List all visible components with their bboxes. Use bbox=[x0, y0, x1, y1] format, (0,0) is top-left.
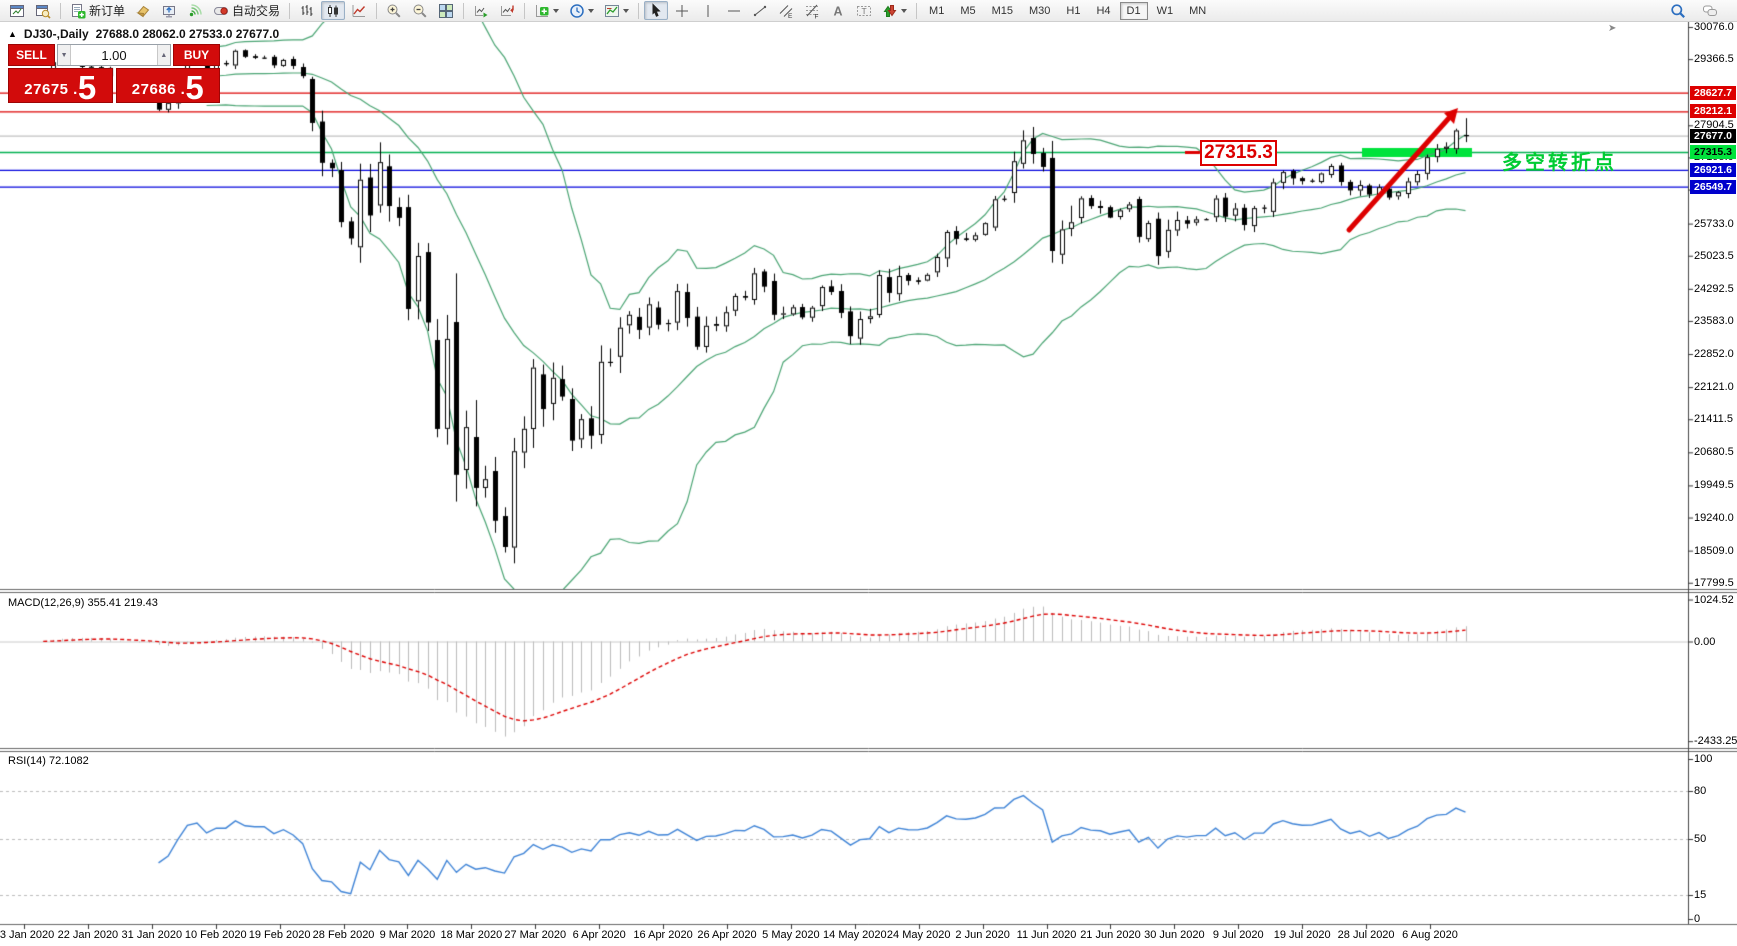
crosshair-icon[interactable] bbox=[670, 1, 694, 20]
chevron-down-icon bbox=[901, 9, 907, 16]
zoom-in-icon[interactable] bbox=[382, 1, 406, 20]
toolbar-group-scroll bbox=[469, 1, 519, 20]
line-chart-icon[interactable] bbox=[347, 1, 371, 20]
candlestick-chart-icon[interactable] bbox=[321, 1, 345, 20]
timeframe-h4-button[interactable]: H4 bbox=[1089, 2, 1117, 20]
chart-symbol-label: DJ30-,Daily bbox=[24, 27, 89, 41]
toolbar-separator bbox=[60, 3, 61, 19]
volume-decrease-button[interactable]: ▼ bbox=[58, 45, 71, 65]
chart-canvas[interactable] bbox=[0, 22, 1737, 946]
toolbar-separator bbox=[638, 3, 639, 19]
toolbar-group-trade: 新订单 自动交易 bbox=[66, 1, 284, 20]
volume-spinner: ▼ ▲ bbox=[57, 44, 171, 66]
toolbar: 新订单 自动交易 E F A T M1M5M15M30H1H4D1W1MN bbox=[0, 0, 1737, 22]
timeframe-mn-button[interactable]: MN bbox=[1182, 2, 1213, 20]
sell-price: 27675 . bbox=[24, 81, 78, 98]
volume-input[interactable] bbox=[71, 45, 157, 65]
chart-ohlc-values: 27688.0 28062.0 27533.0 27677.0 bbox=[96, 27, 280, 41]
svg-text:F: F bbox=[815, 13, 819, 19]
new-order-button[interactable]: 新订单 bbox=[66, 1, 129, 20]
timeframe-d1-button[interactable]: D1 bbox=[1120, 2, 1148, 20]
profiles-icon[interactable] bbox=[31, 1, 55, 20]
signals-icon[interactable] bbox=[183, 1, 207, 20]
scroll-to-end-marker[interactable]: ➤ bbox=[1608, 23, 1616, 34]
toolbar-group-windows bbox=[5, 1, 55, 20]
timeframe-m30-button[interactable]: M30 bbox=[1022, 2, 1057, 20]
bar-chart-icon[interactable] bbox=[295, 1, 319, 20]
sell-price-fraction: 5 bbox=[78, 75, 96, 101]
text-label-icon[interactable]: T bbox=[852, 1, 876, 20]
rsi-indicator-label: RSI(14) 72.1082 bbox=[8, 755, 89, 767]
chevron-down-icon bbox=[623, 9, 629, 16]
toolbar-group-drawing: EFAT bbox=[644, 1, 911, 20]
timeframe-h1-button[interactable]: H1 bbox=[1059, 2, 1087, 20]
timeframe-m15-button[interactable]: M15 bbox=[985, 2, 1020, 20]
toolbar-separator bbox=[524, 3, 525, 19]
toolbar-separator bbox=[289, 3, 290, 19]
chevron-down-icon bbox=[588, 9, 594, 16]
svg-text:A: A bbox=[834, 4, 843, 18]
toolbar-right-group bbox=[1666, 1, 1722, 20]
eraser-icon[interactable] bbox=[131, 1, 155, 20]
toolbar-separator bbox=[376, 3, 377, 19]
auto-trading-button[interactable]: 自动交易 bbox=[209, 1, 284, 20]
one-click-toggle[interactable]: ▲ bbox=[8, 29, 17, 39]
buy-price-box[interactable]: 27686 . 5 bbox=[116, 68, 221, 103]
sell-price-box[interactable]: 27675 . 5 bbox=[8, 68, 113, 103]
timeframe-m5-button[interactable]: M5 bbox=[953, 2, 982, 20]
svg-text:T: T bbox=[862, 5, 867, 15]
timeframe-m1-button[interactable]: M1 bbox=[922, 2, 951, 20]
chevron-down-icon bbox=[553, 9, 559, 16]
periods-icon[interactable] bbox=[565, 1, 598, 20]
chart-shift-icon[interactable] bbox=[495, 1, 519, 20]
equidistant-channel-icon[interactable]: E bbox=[774, 1, 798, 20]
tile-windows-icon[interactable] bbox=[434, 1, 458, 20]
new-chart-icon[interactable] bbox=[5, 1, 29, 20]
cursor-icon[interactable] bbox=[644, 1, 668, 20]
chat-icon[interactable] bbox=[1698, 1, 1722, 20]
horizontal-line-icon[interactable] bbox=[722, 1, 746, 20]
chart-title-row: ▲ DJ30-,Daily 27688.0 28062.0 27533.0 27… bbox=[8, 27, 279, 41]
trendline-icon[interactable] bbox=[748, 1, 772, 20]
indicators-list-icon[interactable] bbox=[530, 1, 563, 20]
templates-icon[interactable] bbox=[600, 1, 633, 20]
macd-indicator-label: MACD(12,26,9) 355.41 219.43 bbox=[8, 597, 158, 609]
text-tool-icon[interactable]: A bbox=[826, 1, 850, 20]
toolbar-group-chart-type bbox=[295, 1, 371, 20]
sell-button[interactable]: SELL bbox=[8, 44, 55, 66]
buy-price: 27686 . bbox=[132, 81, 186, 98]
buy-price-fraction: 5 bbox=[185, 75, 203, 101]
vertical-line-icon[interactable] bbox=[696, 1, 720, 20]
search-icon[interactable] bbox=[1666, 1, 1690, 20]
toolbar-group-insert bbox=[530, 1, 633, 20]
pivot-annotation-text: 多空转折点 bbox=[1502, 146, 1617, 175]
buy-button[interactable]: BUY bbox=[173, 44, 220, 66]
support-level-price-label: 27315.3 bbox=[1200, 140, 1277, 166]
fibonacci-retracement-icon[interactable]: F bbox=[800, 1, 824, 20]
auto-scroll-icon[interactable] bbox=[469, 1, 493, 20]
toolbar-group-zoom bbox=[382, 1, 458, 20]
toolbar-separator bbox=[916, 3, 917, 19]
zoom-out-icon[interactable] bbox=[408, 1, 432, 20]
trading-platform-window: 新订单自动交易EFATM1M5M15M30H1H4D1W1MN 30076.02… bbox=[0, 0, 1737, 946]
toolbar-separator bbox=[463, 3, 464, 19]
toolbar-group-timeframes: M1M5M15M30H1H4D1W1MN bbox=[922, 2, 1213, 20]
timeframe-w1-button[interactable]: W1 bbox=[1150, 2, 1181, 20]
arrows-shapes-icon[interactable] bbox=[878, 1, 911, 20]
volume-increase-button[interactable]: ▲ bbox=[157, 45, 170, 65]
one-click-trading-panel: SELL ▼ ▲ BUY 27675 . 5 27686 . 5 bbox=[8, 44, 220, 103]
publish-chart-icon[interactable] bbox=[157, 1, 181, 20]
svg-text:E: E bbox=[788, 13, 793, 19]
